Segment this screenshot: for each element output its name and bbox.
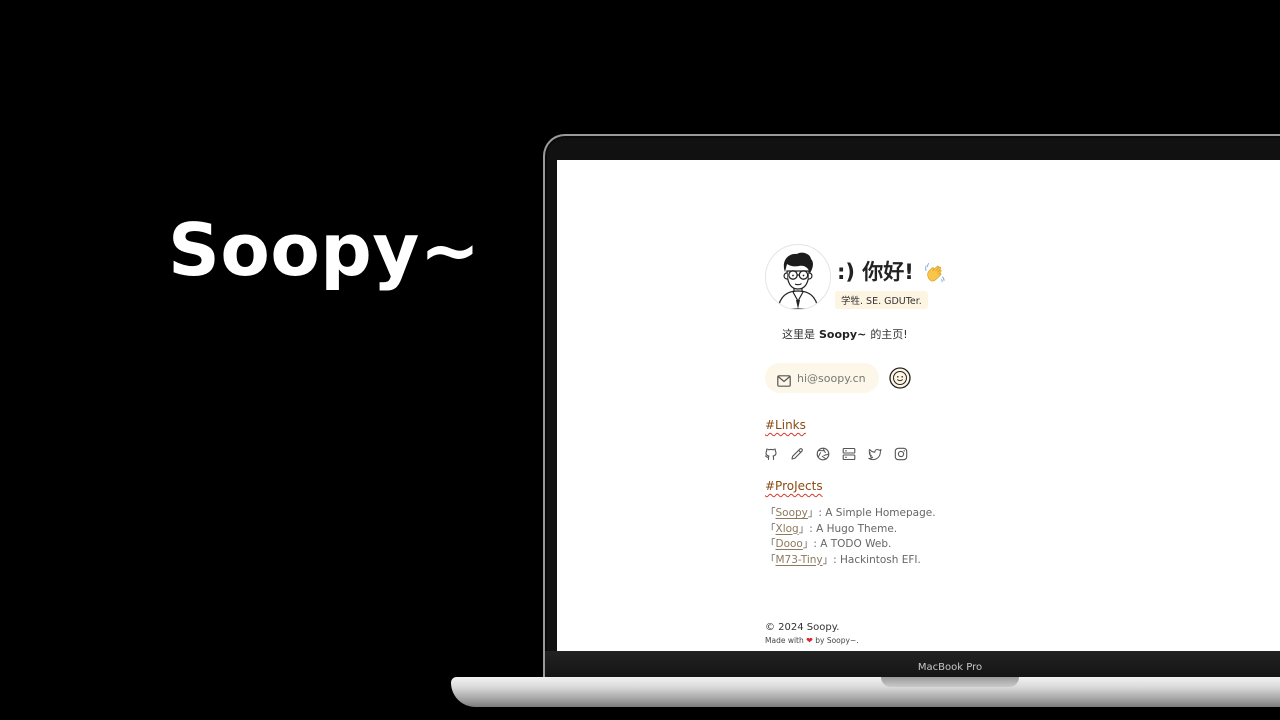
social-links: [764, 446, 908, 461]
aperture-icon[interactable]: [816, 446, 830, 461]
instagram-icon[interactable]: [894, 446, 908, 461]
email-button[interactable]: hi@soopy.cn: [765, 363, 879, 393]
greeting-heading: :) 你好!: [837, 260, 914, 284]
tagline-badge: 学牲. SE. GDUTer.: [835, 291, 928, 309]
project-link-dooo[interactable]: Dooo: [776, 538, 803, 550]
intro-name: Soopy~: [819, 328, 867, 341]
intro-text: 这里是 Soopy~ 的主页!: [782, 326, 908, 342]
laptop-notch: [881, 677, 1019, 687]
pencil-icon[interactable]: [790, 446, 804, 460]
mail-icon: [777, 372, 791, 387]
waving-hand-icon: [923, 260, 947, 284]
avatar-illustration: [777, 252, 819, 309]
made-with-prefix: Made with: [765, 636, 804, 645]
intro-suffix: 的主页!: [870, 328, 908, 341]
bracket-open: 「: [765, 522, 776, 535]
smile-face-icon[interactable]: [889, 367, 911, 389]
copyright-text: © 2024 Soopy.: [765, 622, 840, 633]
project-description: : A TODO Web.: [813, 538, 892, 550]
list-item: 「M73-Tiny」: Hackintosh EFI.: [765, 553, 936, 569]
list-item: 「Soopy」: A Simple Homepage.: [765, 506, 936, 522]
promo-stage: Soopy~:) 你好! 学牲. SE. GDUTer. 这里是 Soopy~…: [0, 0, 1280, 720]
bracket-open: 「: [765, 538, 776, 550]
bracket-close: 」: [798, 522, 810, 535]
email-address: hi@soopy.cn: [797, 371, 866, 385]
intro-prefix: 这里是: [782, 328, 815, 341]
bracket-open: 「: [765, 553, 776, 566]
project-link-m73-tiny[interactable]: M73-Tiny: [776, 554, 823, 566]
server-icon[interactable]: [842, 446, 856, 461]
bracket-open: 「: [765, 507, 776, 519]
list-item: 「Dooo」: A TODO Web.: [765, 537, 936, 553]
links-section-title: #Links: [765, 418, 806, 432]
laptop-model-label: MacBook Pro: [917, 662, 983, 673]
list-item: 「Xlog」: A Hugo Theme.: [765, 522, 936, 538]
project-description: : Hackintosh EFI.: [833, 553, 921, 566]
project-description: : A Simple Homepage.: [818, 507, 936, 519]
made-with-text: Made with ❤ by Soopy~.: [765, 636, 859, 645]
projects-section-title: #ProJects: [765, 479, 823, 493]
project-link-xlog[interactable]: Xlog: [776, 523, 799, 535]
bracket-close: 」: [802, 538, 814, 550]
bracket-close: 」: [822, 553, 834, 566]
made-with-suffix: by Soopy~.: [815, 636, 859, 645]
project-list: 「Soopy」: A Simple Homepage. 「Xlog」: A Hu…: [765, 506, 936, 568]
laptop-base: [451, 677, 1280, 707]
hero-title: Soopy~: [168, 208, 481, 292]
bracket-close: 」: [807, 507, 819, 519]
github-icon[interactable]: [764, 446, 778, 461]
laptop-screen: :) 你好! 学牲. SE. GDUTer. 这里是 Soopy~ 的主页! hi@…: [557, 160, 1280, 651]
heart-icon: ❤: [806, 636, 813, 645]
project-description: : A Hugo Theme.: [809, 522, 898, 535]
project-link-soopy[interactable]: Soopy: [776, 507, 808, 519]
twitter-icon[interactable]: [868, 446, 882, 461]
avatar: [765, 244, 831, 310]
